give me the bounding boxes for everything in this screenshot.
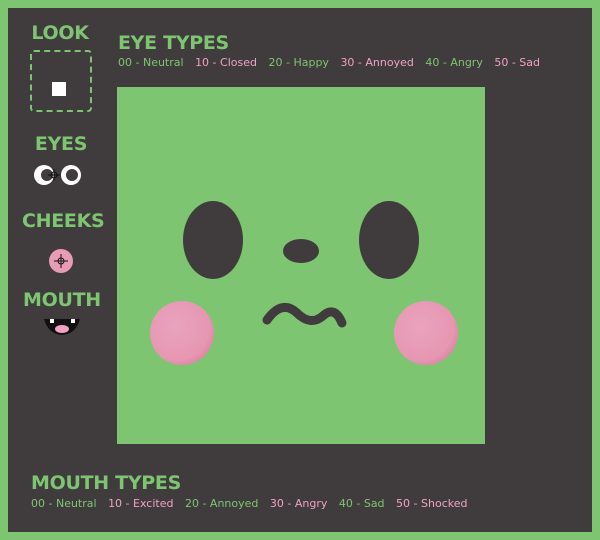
eye-types-list: 00 - Neutral 10 - Closed 20 - Happy 30 -…: [118, 56, 548, 69]
mouth-type-item: 20 - Annoyed: [184, 497, 259, 510]
mouth-type-item: 40 - Sad: [338, 497, 385, 510]
mouth-type-item: 00 - Neutral: [31, 497, 97, 510]
mouth-type-item: 50 - Shocked: [396, 497, 468, 510]
right-cheek: [394, 301, 458, 365]
face-illustration: [150, 201, 458, 365]
eye-type-item: 50 - Sad: [494, 56, 541, 69]
eye-types-title: EYE TYPES: [118, 32, 229, 54]
mouth-icon[interactable]: [44, 319, 80, 335]
eye-type-item: 40 - Angry: [425, 56, 483, 69]
right-eye: [359, 201, 419, 279]
cheeks-label: CHEEKS: [22, 210, 105, 232]
mouth-type-item: 10 - Excited: [108, 497, 174, 510]
mouth-types-list: 00 - Neutral 10 - Excited 20 - Annoyed 3…: [31, 497, 475, 510]
eyes-icon[interactable]: [34, 165, 81, 185]
eye-type-item: 00 - Neutral: [118, 56, 184, 69]
left-cheek: [150, 301, 214, 365]
mouth-annoyed: [262, 302, 347, 328]
mouth-type-item: 30 - Angry: [269, 497, 328, 510]
nose: [283, 239, 319, 263]
left-eye: [183, 201, 243, 279]
eye-type-item: 10 - Closed: [195, 56, 257, 69]
eye-type-item: 20 - Happy: [268, 56, 329, 69]
eye-type-item: 30 - Annoyed: [340, 56, 414, 69]
mouth-types-title: MOUTH TYPES: [31, 472, 181, 494]
character-canvas[interactable]: [117, 87, 485, 444]
cheek-icon[interactable]: [49, 249, 73, 273]
mouth-label: MOUTH: [23, 289, 101, 311]
